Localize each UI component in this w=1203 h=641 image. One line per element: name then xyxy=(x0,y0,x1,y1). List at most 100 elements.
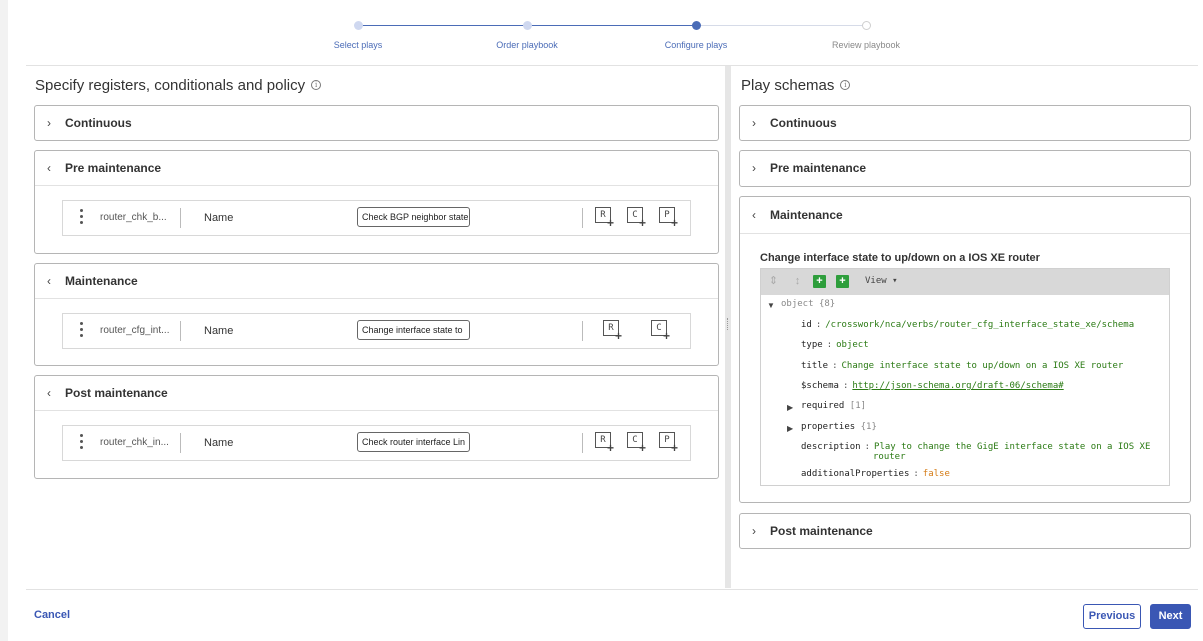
add-icon[interactable]: + xyxy=(813,275,826,288)
info-icon[interactable]: i xyxy=(311,80,322,90)
add-policy-button[interactable]: P + xyxy=(659,207,681,229)
chevron-down-icon: ‹ xyxy=(47,161,51,175)
chevron-right-icon: › xyxy=(47,116,51,130)
right-accordion-continuous-header[interactable]: › Continuous xyxy=(740,106,1190,140)
schema-title: Change interface state to up/down on a I… xyxy=(760,252,1040,264)
add-register-button[interactable]: R + xyxy=(595,207,617,229)
json-value: Change interface state to up/down on a I… xyxy=(841,361,1124,371)
json-colon: : xyxy=(826,340,833,350)
divider xyxy=(582,433,583,453)
json-row-schema[interactable]: $schema: http://json-schema.org/draft-06/… xyxy=(801,381,1064,391)
cancel-link[interactable]: Cancel xyxy=(34,609,70,621)
caret-down-icon[interactable]: ▼ xyxy=(767,301,775,310)
right-accordion-pre-maintenance-header[interactable]: › Pre maintenance xyxy=(740,151,1190,185)
play-name-input[interactable]: Check BGP neighbor state xyxy=(357,207,470,227)
chevron-right-icon: › xyxy=(752,524,756,538)
top-divider xyxy=(26,65,1198,66)
name-label: Name xyxy=(204,325,234,337)
json-row-properties[interactable]: properties {1} xyxy=(801,422,877,432)
play-name-input[interactable]: Change interface state to xyxy=(357,320,470,340)
right-accordion-maintenance-header[interactable]: ‹ Maintenance xyxy=(740,197,1190,233)
json-root-key: object xyxy=(781,299,814,309)
divider xyxy=(582,321,583,341)
json-editor: ⇕ ↕ + + View ▾ ▼ object {8} id:/crosswor… xyxy=(760,268,1170,486)
json-row-type[interactable]: type: object xyxy=(801,340,869,350)
left-accordion-pre-maintenance-header[interactable]: ‹ Pre maintenance xyxy=(35,151,718,185)
json-row-id[interactable]: id:/crosswork/nca/verbs/router_cfg_inter… xyxy=(801,320,1134,330)
chevron-right-icon: › xyxy=(752,161,756,175)
step-label-configure-plays[interactable]: Configure plays xyxy=(665,40,728,50)
splitter-grip-icon[interactable] xyxy=(727,318,729,330)
plus-icon: + xyxy=(671,441,679,455)
right-accordion-post-maintenance: › Post maintenance xyxy=(739,513,1191,549)
accordion-label: Maintenance xyxy=(65,274,138,288)
add-conditional-button[interactable]: C + xyxy=(627,432,649,454)
add-conditional-button[interactable]: C + xyxy=(627,207,649,229)
step-label-select-plays[interactable]: Select plays xyxy=(334,40,383,50)
json-key: properties xyxy=(801,422,856,432)
step-label-review-playbook[interactable]: Review playbook xyxy=(832,40,900,50)
json-value: false xyxy=(922,469,950,479)
step-dot-configure-plays[interactable] xyxy=(692,21,701,30)
bottom-divider xyxy=(26,589,1198,590)
info-icon[interactable]: i xyxy=(840,80,851,90)
json-root-meta: {8} xyxy=(818,299,836,309)
view-dropdown[interactable]: View ▾ xyxy=(865,276,898,286)
json-row-title[interactable]: title: Change interface state to up/down … xyxy=(801,361,1123,371)
add-child-icon[interactable]: + xyxy=(836,275,849,288)
left-accordion-maintenance-header[interactable]: ‹ Maintenance xyxy=(35,264,718,298)
json-value: Play to change the GigE interface state … xyxy=(874,442,1151,452)
right-accordion-post-maintenance-header[interactable]: › Post maintenance xyxy=(740,514,1190,548)
chevron-down-icon: ‹ xyxy=(47,386,51,400)
divider xyxy=(582,208,583,228)
json-colon: : xyxy=(913,469,919,479)
step-dot-select-plays[interactable] xyxy=(354,21,363,30)
caret-right-icon[interactable]: ▶ xyxy=(787,424,793,433)
json-key: title xyxy=(801,361,829,371)
drag-handle-icon[interactable] xyxy=(80,322,84,340)
previous-button[interactable]: Previous xyxy=(1083,604,1141,629)
step-dot-review-playbook[interactable] xyxy=(862,21,871,30)
add-register-button[interactable]: R + xyxy=(603,320,625,342)
right-panel-title: Play schemas i xyxy=(741,77,851,94)
left-accordion-pre-maintenance: ‹ Pre maintenance router_chk_b... Name C… xyxy=(34,150,719,254)
json-colon: : xyxy=(864,442,871,452)
add-conditional-button[interactable]: C + xyxy=(651,320,673,342)
next-button[interactable]: Next xyxy=(1150,604,1191,629)
left-accordion-post-maintenance-header[interactable]: ‹ Post maintenance xyxy=(35,376,718,410)
json-meta: {1} xyxy=(860,422,877,432)
json-meta: [1] xyxy=(849,401,867,411)
json-colon: : xyxy=(832,361,838,371)
divider xyxy=(180,321,181,341)
accordion-label: Continuous xyxy=(770,116,837,130)
step-dot-order-playbook[interactable] xyxy=(523,21,532,30)
left-edge-bar xyxy=(0,0,8,641)
accordion-label: Post maintenance xyxy=(65,386,168,400)
json-key: additionalProperties xyxy=(801,469,910,479)
json-key: $schema xyxy=(801,381,839,391)
drag-handle-icon[interactable] xyxy=(80,434,84,452)
accordion-label: Post maintenance xyxy=(770,524,873,538)
collapse-all-icon[interactable]: ↕ xyxy=(791,275,804,288)
stepper-remaining-line xyxy=(696,25,866,26)
json-key: description xyxy=(801,442,861,452)
json-root-row: object {8} xyxy=(781,299,835,309)
expand-all-icon[interactable]: ⇕ xyxy=(767,275,780,288)
chevron-right-icon: › xyxy=(752,116,756,130)
caret-right-icon[interactable]: ▶ xyxy=(787,403,793,412)
plus-icon: + xyxy=(639,441,647,455)
right-accordion-continuous: › Continuous xyxy=(739,105,1191,141)
json-row-required[interactable]: required [1] xyxy=(801,401,866,411)
play-name-input[interactable]: Check router interface Lin xyxy=(357,432,470,452)
right-accordion-maintenance: ‹ Maintenance Change interface state to … xyxy=(739,196,1191,503)
json-row-additional-properties[interactable]: additionalProperties: false xyxy=(801,469,950,479)
json-row-description[interactable]: description: Play to change the GigE inte… xyxy=(801,442,1150,452)
add-policy-button[interactable]: P + xyxy=(659,432,681,454)
divider xyxy=(180,433,181,453)
step-label-order-playbook[interactable]: Order playbook xyxy=(496,40,558,50)
drag-handle-icon[interactable] xyxy=(80,209,84,227)
left-accordion-continuous-header[interactable]: › Continuous xyxy=(35,106,718,140)
add-register-button[interactable]: R + xyxy=(595,432,617,454)
play-id: router_cfg_int... xyxy=(100,325,170,336)
json-link[interactable]: http://json-schema.org/draft-06/schema# xyxy=(852,381,1063,391)
